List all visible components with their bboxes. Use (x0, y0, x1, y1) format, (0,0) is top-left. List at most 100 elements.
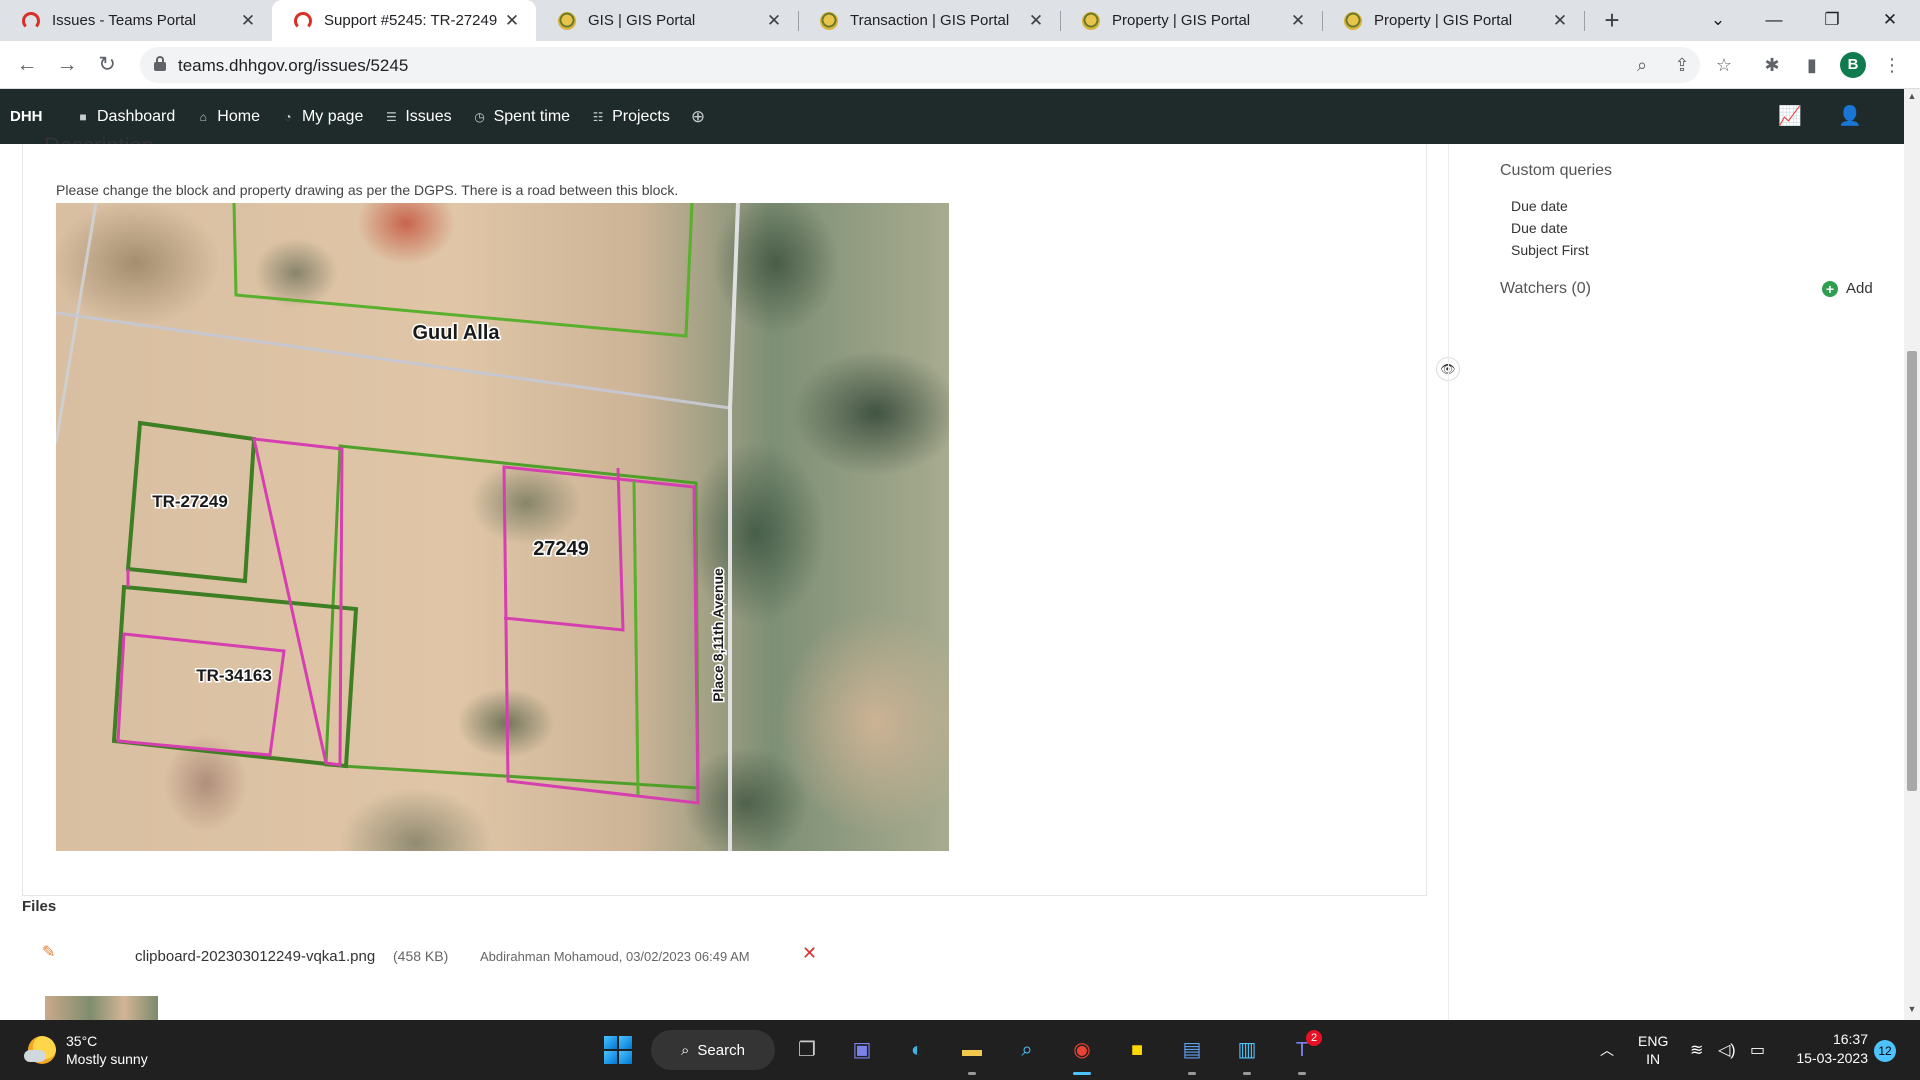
taskbar-search[interactable]: ⌕ Search (651, 1030, 775, 1070)
parcel-map-drawing: Guul Alla TR-27249 27249 TR-34163 Place … (56, 203, 740, 851)
scrollbar-thumb[interactable] (1907, 351, 1917, 791)
close-icon[interactable]: ✕ (238, 11, 258, 31)
remote-desktop-icon[interactable]: ▤ (1175, 1033, 1209, 1067)
tab-property-gis-portal-1[interactable]: Property | GIS Portal ✕ (1060, 0, 1322, 41)
back-arrow-icon[interactable]: ← (12, 50, 42, 80)
address-bar[interactable]: teams.dhhgov.org/issues/5245 ⌕ ⇪ (140, 47, 1700, 83)
volume-icon[interactable]: ◁) (1718, 1020, 1736, 1080)
menu-item-dashboard[interactable]: ■ Dashboard (76, 108, 175, 126)
close-icon[interactable]: ✕ (1026, 11, 1046, 31)
browser-menu-kebab-icon[interactable]: ⋮ (1880, 53, 1904, 77)
clock-time: 16:37 (1832, 1031, 1868, 1047)
taskbar-clock[interactable]: 16:37 15-03-2023 (1784, 1030, 1868, 1068)
sticky-notes-icon[interactable]: ■ (1120, 1033, 1154, 1067)
description-text: Please change the block and property dra… (56, 182, 679, 198)
running-indicator (968, 1072, 976, 1075)
delete-x-icon[interactable]: ✕ (802, 943, 817, 964)
chrome-icon[interactable]: ◉ (1065, 1033, 1099, 1067)
menu-item-new[interactable]: ⊕ (691, 107, 705, 127)
tab-title: Property | GIS Portal (1374, 12, 1513, 29)
query-link-subject-first[interactable]: Subject First (1511, 242, 1589, 258)
chat-icon[interactable]: ▣ (845, 1033, 879, 1067)
tab-issues-teams-portal[interactable]: Issues - Teams Portal ✕ (0, 0, 272, 41)
windows-start-icon[interactable] (604, 1036, 632, 1064)
running-indicator (1188, 1072, 1196, 1075)
page-scrollbar[interactable]: ▲ ▼ (1904, 89, 1920, 1020)
running-indicator-active (1073, 1072, 1091, 1075)
road-line (728, 203, 740, 851)
tab-separator (1584, 11, 1585, 31)
sidebar-divider (1448, 144, 1449, 1020)
magnifier-app-icon[interactable]: ⌕ (1010, 1033, 1044, 1067)
menu-item-issues[interactable]: ☰ Issues (384, 107, 452, 126)
search-label: Search (697, 1041, 745, 1059)
menu-item-projects[interactable]: ☷ Projects (591, 108, 670, 126)
menu-label: My page (301, 107, 364, 125)
edit-pencil-icon[interactable]: ✎ (42, 942, 55, 962)
bookmark-star-icon[interactable]: ☆ (1712, 53, 1736, 77)
task-view-icon[interactable]: ❐ (790, 1033, 824, 1067)
extensions-puzzle-icon[interactable]: ✱ (1760, 53, 1784, 77)
map-label-tr-27249: TR-27249 (152, 492, 228, 511)
edge-browser-icon[interactable]: ◐ (900, 1033, 934, 1067)
language-code: ENG (1638, 1033, 1669, 1049)
attachment-link[interactable]: clipboard-202303012249-vqka1.png (135, 948, 375, 965)
app-brand[interactable]: DHH (10, 108, 43, 125)
tab-support-5245[interactable]: Support #5245: TR-27249 - ✕ (272, 0, 536, 41)
map-label-area: Guul Alla (412, 322, 500, 344)
menu-item-home[interactable]: ⌂ Home (196, 108, 260, 126)
close-icon[interactable]: ✕ (502, 11, 522, 31)
query-link-due-date[interactable]: Due date (1511, 198, 1568, 214)
weather-condition: Mostly sunny (66, 1051, 148, 1067)
menu-label: Projects (612, 107, 670, 125)
reload-icon[interactable]: ↻ (92, 50, 122, 80)
notification-count-badge[interactable]: 12 (1874, 1040, 1896, 1062)
window-close-icon[interactable]: ✕ (1870, 6, 1910, 34)
my-page-icon: ◔ (284, 109, 292, 124)
minimize-icon[interactable]: — (1754, 6, 1794, 34)
plus-circle-icon: + (1822, 280, 1838, 297)
attachment-author: Abdirahman Mohamoud, 03/02/2023 06:49 AM (480, 949, 750, 964)
language-indicator[interactable]: ENG IN (1638, 1020, 1668, 1080)
attachment-thumbnail[interactable] (45, 996, 158, 1020)
tab-transaction-gis-portal[interactable]: Transaction | GIS Portal ✕ (798, 0, 1060, 41)
profile-avatar[interactable]: B (1840, 52, 1866, 78)
teams-badge: 2 (1306, 1030, 1322, 1046)
battery-icon[interactable]: ▭ (1750, 1020, 1765, 1080)
map-label-27249: 27249 (533, 538, 589, 560)
share-icon[interactable]: ⇪ (1670, 53, 1694, 77)
new-tab-plus-icon[interactable]: + (1597, 6, 1627, 36)
tray-overflow-chevron-icon[interactable]: ︿ (1600, 1020, 1614, 1080)
menu-label: Issues (405, 107, 452, 125)
tab-gis-portal[interactable]: GIS | GIS Portal ✕ (536, 0, 798, 41)
weather-widget[interactable]: 35°C Mostly sunny (24, 1032, 148, 1068)
tab-property-gis-portal-2[interactable]: Property | GIS Portal ✕ (1322, 0, 1584, 41)
attached-map-image: Guul Alla TR-27249 27249 TR-34163 Place … (56, 203, 949, 851)
scroll-up-arrow-icon[interactable]: ▲ (1904, 91, 1920, 105)
browser-toolbar: ← → ↻ teams.dhhgov.org/issues/5245 ⌕ ⇪ ☆… (0, 41, 1920, 89)
close-icon[interactable]: ✕ (764, 11, 784, 31)
dashboard-icon: ■ (79, 109, 87, 124)
menu-item-my-page[interactable]: ◔ My page (281, 108, 363, 126)
close-icon[interactable]: ✕ (1550, 11, 1570, 31)
zoom-icon[interactable]: ⌕ (1630, 53, 1654, 77)
side-panel-icon[interactable]: ▮ (1800, 53, 1824, 77)
tab-title: GIS | GIS Portal (588, 12, 696, 29)
add-watcher-button[interactable]: + Add (1822, 280, 1873, 297)
menu-label: Spent time (493, 107, 571, 125)
projects-icon: ☷ (592, 109, 604, 124)
file-explorer-icon[interactable]: ▬ (955, 1033, 989, 1067)
restore-icon[interactable]: ❐ (1812, 6, 1852, 34)
menu-item-spent-time[interactable]: ◷ Spent time (473, 108, 570, 126)
notepad-icon[interactable]: ▥ (1230, 1033, 1264, 1067)
close-icon[interactable]: ✕ (1288, 11, 1308, 31)
add-label: Add (1846, 280, 1873, 297)
forward-arrow-icon[interactable]: → (52, 50, 82, 80)
tab-search-chevron-icon[interactable]: ⌄ (1698, 6, 1738, 34)
gis-portal-icon (820, 11, 838, 30)
query-link-due-date-2[interactable]: Due date (1511, 220, 1568, 236)
activity-chart-icon[interactable]: 📈 (1776, 104, 1804, 128)
wifi-icon[interactable]: ≋ (1690, 1020, 1703, 1080)
scroll-down-arrow-icon[interactable]: ▼ (1904, 1004, 1920, 1018)
user-icon[interactable]: 👤 (1836, 104, 1864, 128)
